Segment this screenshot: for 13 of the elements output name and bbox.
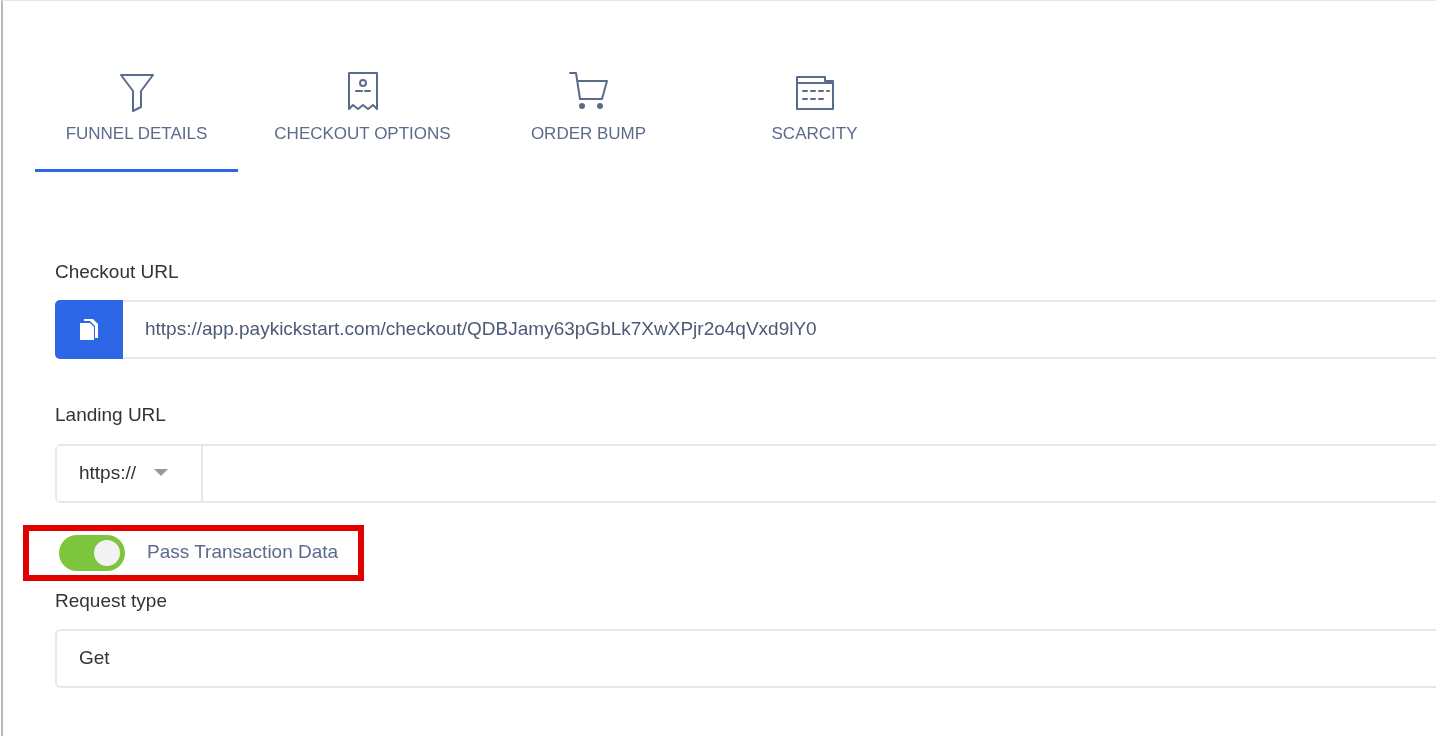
field-label: Checkout URL [55,259,180,284]
copy-icon [78,317,100,342]
tab[interactable]: SCARCITY [713,69,916,172]
url-field[interactable]: https://app.paykickstart.com/checkout/QDBJamy63pGbLk7XwXPjr2o4qVxd9lY0 [123,300,1436,359]
field-label: Request type [55,588,168,613]
field-label: Landing URL [55,403,167,427]
tab[interactable]: CHECKOUT OPTIONS [261,69,464,172]
tab[interactable]: ORDER BUMP [487,69,690,172]
toggle-label: Pass Transaction Data [147,540,339,565]
tab[interactable]: FUNNEL DETAILS [35,69,238,172]
request-type-select[interactable]: Get [55,629,1436,688]
copy-button[interactable] [55,300,123,359]
toggle-switch[interactable] [59,534,125,571]
